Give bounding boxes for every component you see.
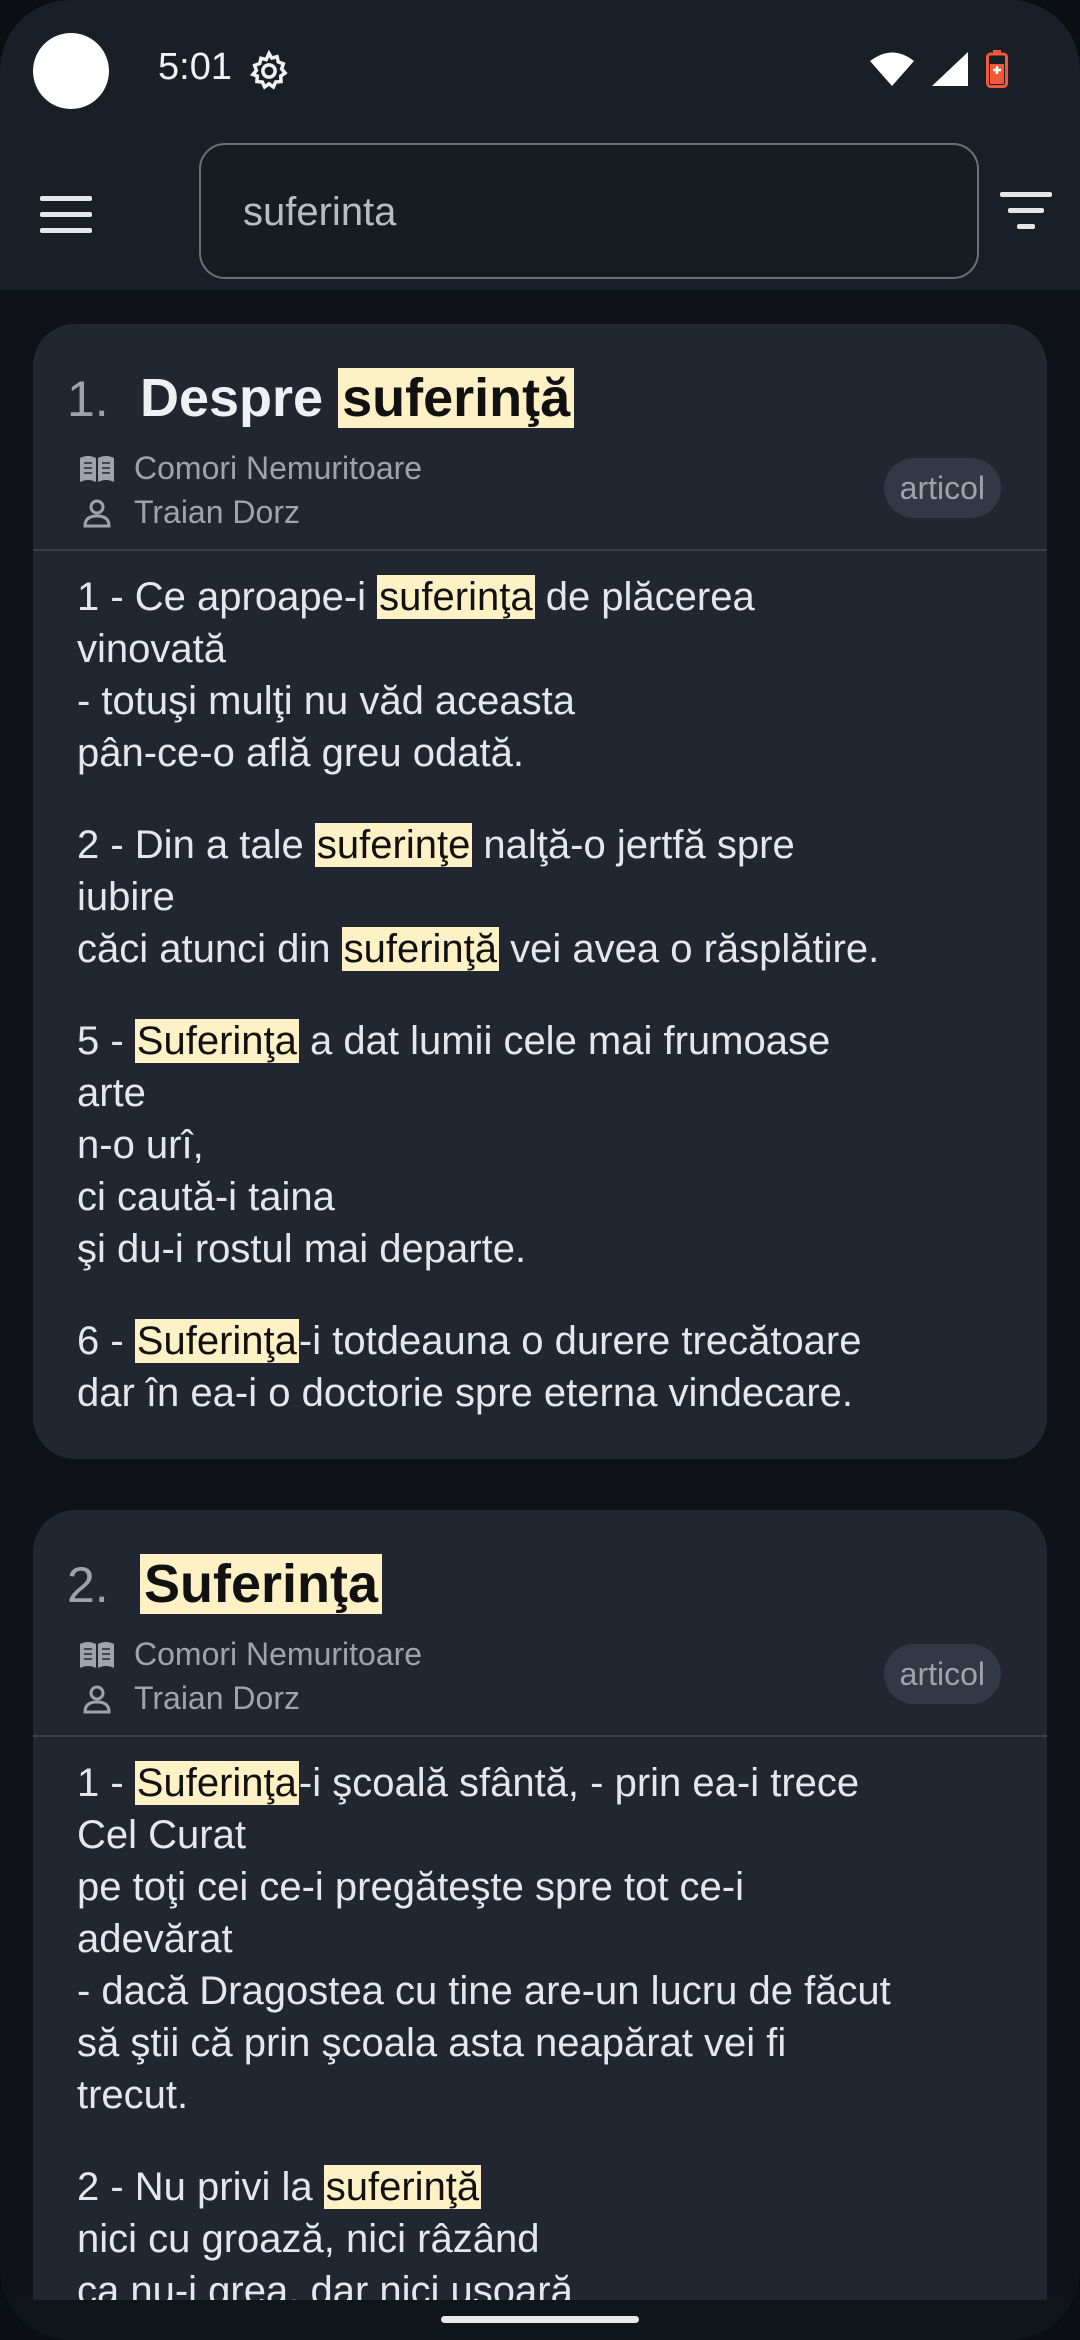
app-bar — [0, 140, 1080, 290]
camera-cutout — [33, 33, 109, 109]
home-gesture-handle[interactable] — [441, 2316, 639, 2323]
system-icons — [870, 50, 1008, 88]
battery-charging-icon — [986, 50, 1008, 88]
hamburger-icon-line — [40, 196, 92, 201]
search-highlight: Suferinţa — [134, 1019, 299, 1063]
title-highlight: Suferinţa — [140, 1554, 383, 1614]
verse-list: 1 - Suferinţa-i şcoală sfântă, - prin ea… — [33, 1737, 1047, 2300]
filter-icon-line — [1008, 208, 1044, 213]
source-name: Comori Nemuritoare — [134, 1636, 423, 1672]
result-title[interactable]: Despre suferinţă — [140, 362, 575, 434]
verse: 1 - Ce aproape-i suferinţa de plăcerea vi… — [77, 575, 755, 775]
search-highlight: suferinţe — [314, 823, 473, 867]
verse: 6 - Suferinţa-i totdeauna o durere trecă… — [77, 1319, 862, 1415]
type-badge: articol — [883, 458, 1001, 518]
cellular-signal-icon — [932, 52, 968, 86]
search-highlight: suferinţă — [341, 927, 500, 971]
source-row: Comori Nemuritoare — [78, 450, 422, 487]
source-row: Comori Nemuritoare — [78, 1636, 422, 1673]
author-row: Traian Dorz — [78, 1680, 300, 1717]
navigation-bar — [0, 2300, 1080, 2340]
verse: 2 - Nu privi la suferinţă nici cu groază,… — [77, 2165, 573, 2300]
settings-gear-icon — [249, 50, 288, 90]
person-icon — [83, 499, 111, 527]
book-icon — [80, 1641, 114, 1668]
title-highlight: suferinţă — [338, 368, 575, 428]
result-number: 2. — [67, 1557, 109, 1613]
search-highlight: suferinţa — [377, 575, 535, 619]
type-badge: articol — [883, 1644, 1001, 1704]
filter-icon-line — [1000, 192, 1052, 197]
results-list[interactable]: 1. Despre suferinţă Comori Nemuritoare T… — [0, 290, 1080, 2300]
result-card-header: 2. Suferinţa Comori Nemuritoare Traian D… — [33, 1510, 1047, 1735]
book-icon — [80, 455, 114, 482]
hamburger-icon-line — [40, 228, 92, 233]
result-card[interactable]: 1. Despre suferinţă Comori Nemuritoare T… — [33, 324, 1047, 1459]
result-title[interactable]: Suferinţa — [140, 1548, 383, 1620]
search-highlight: suferinţă — [323, 2165, 482, 2209]
search-field[interactable] — [199, 143, 979, 279]
status-bar: 5:01 — [0, 0, 1080, 140]
search-highlight: Suferinţa — [134, 1761, 299, 1805]
author-name: Traian Dorz — [134, 494, 300, 530]
person-icon — [83, 1685, 111, 1713]
filter-button[interactable] — [998, 192, 1054, 236]
search-highlight: Suferinţa — [134, 1319, 299, 1363]
hamburger-icon-line — [40, 212, 92, 217]
search-input[interactable] — [241, 179, 925, 245]
result-card[interactable]: 2. Suferinţa Comori Nemuritoare Traian D… — [33, 1510, 1047, 2300]
verse-list: 1 - Ce aproape-i suferinţa de plăcerea vi… — [33, 551, 1047, 1459]
menu-button[interactable] — [40, 196, 92, 236]
title-text: Despre — [140, 368, 339, 428]
phone-screen: 5:01 suferinta 1. Despre suferinţă Comor… — [0, 0, 1080, 2340]
status-time: 5:01 — [158, 46, 232, 88]
result-card-header: 1. Despre suferinţă Comori Nemuritoare T… — [33, 324, 1047, 549]
author-row: Traian Dorz — [78, 494, 300, 531]
wifi-icon — [870, 52, 914, 86]
verse: 5 - Suferinţa a dat lumii cele mai frumo… — [77, 1019, 831, 1271]
filter-icon-line — [1017, 224, 1035, 229]
author-name: Traian Dorz — [134, 1680, 300, 1716]
result-number: 1. — [67, 371, 109, 427]
verse: 1 - Suferinţa-i şcoală sfântă, - prin ea… — [77, 1761, 891, 2117]
verse: 2 - Din a tale suferinţe nalţă-o jertfă … — [77, 823, 880, 971]
source-name: Comori Nemuritoare — [134, 450, 423, 486]
